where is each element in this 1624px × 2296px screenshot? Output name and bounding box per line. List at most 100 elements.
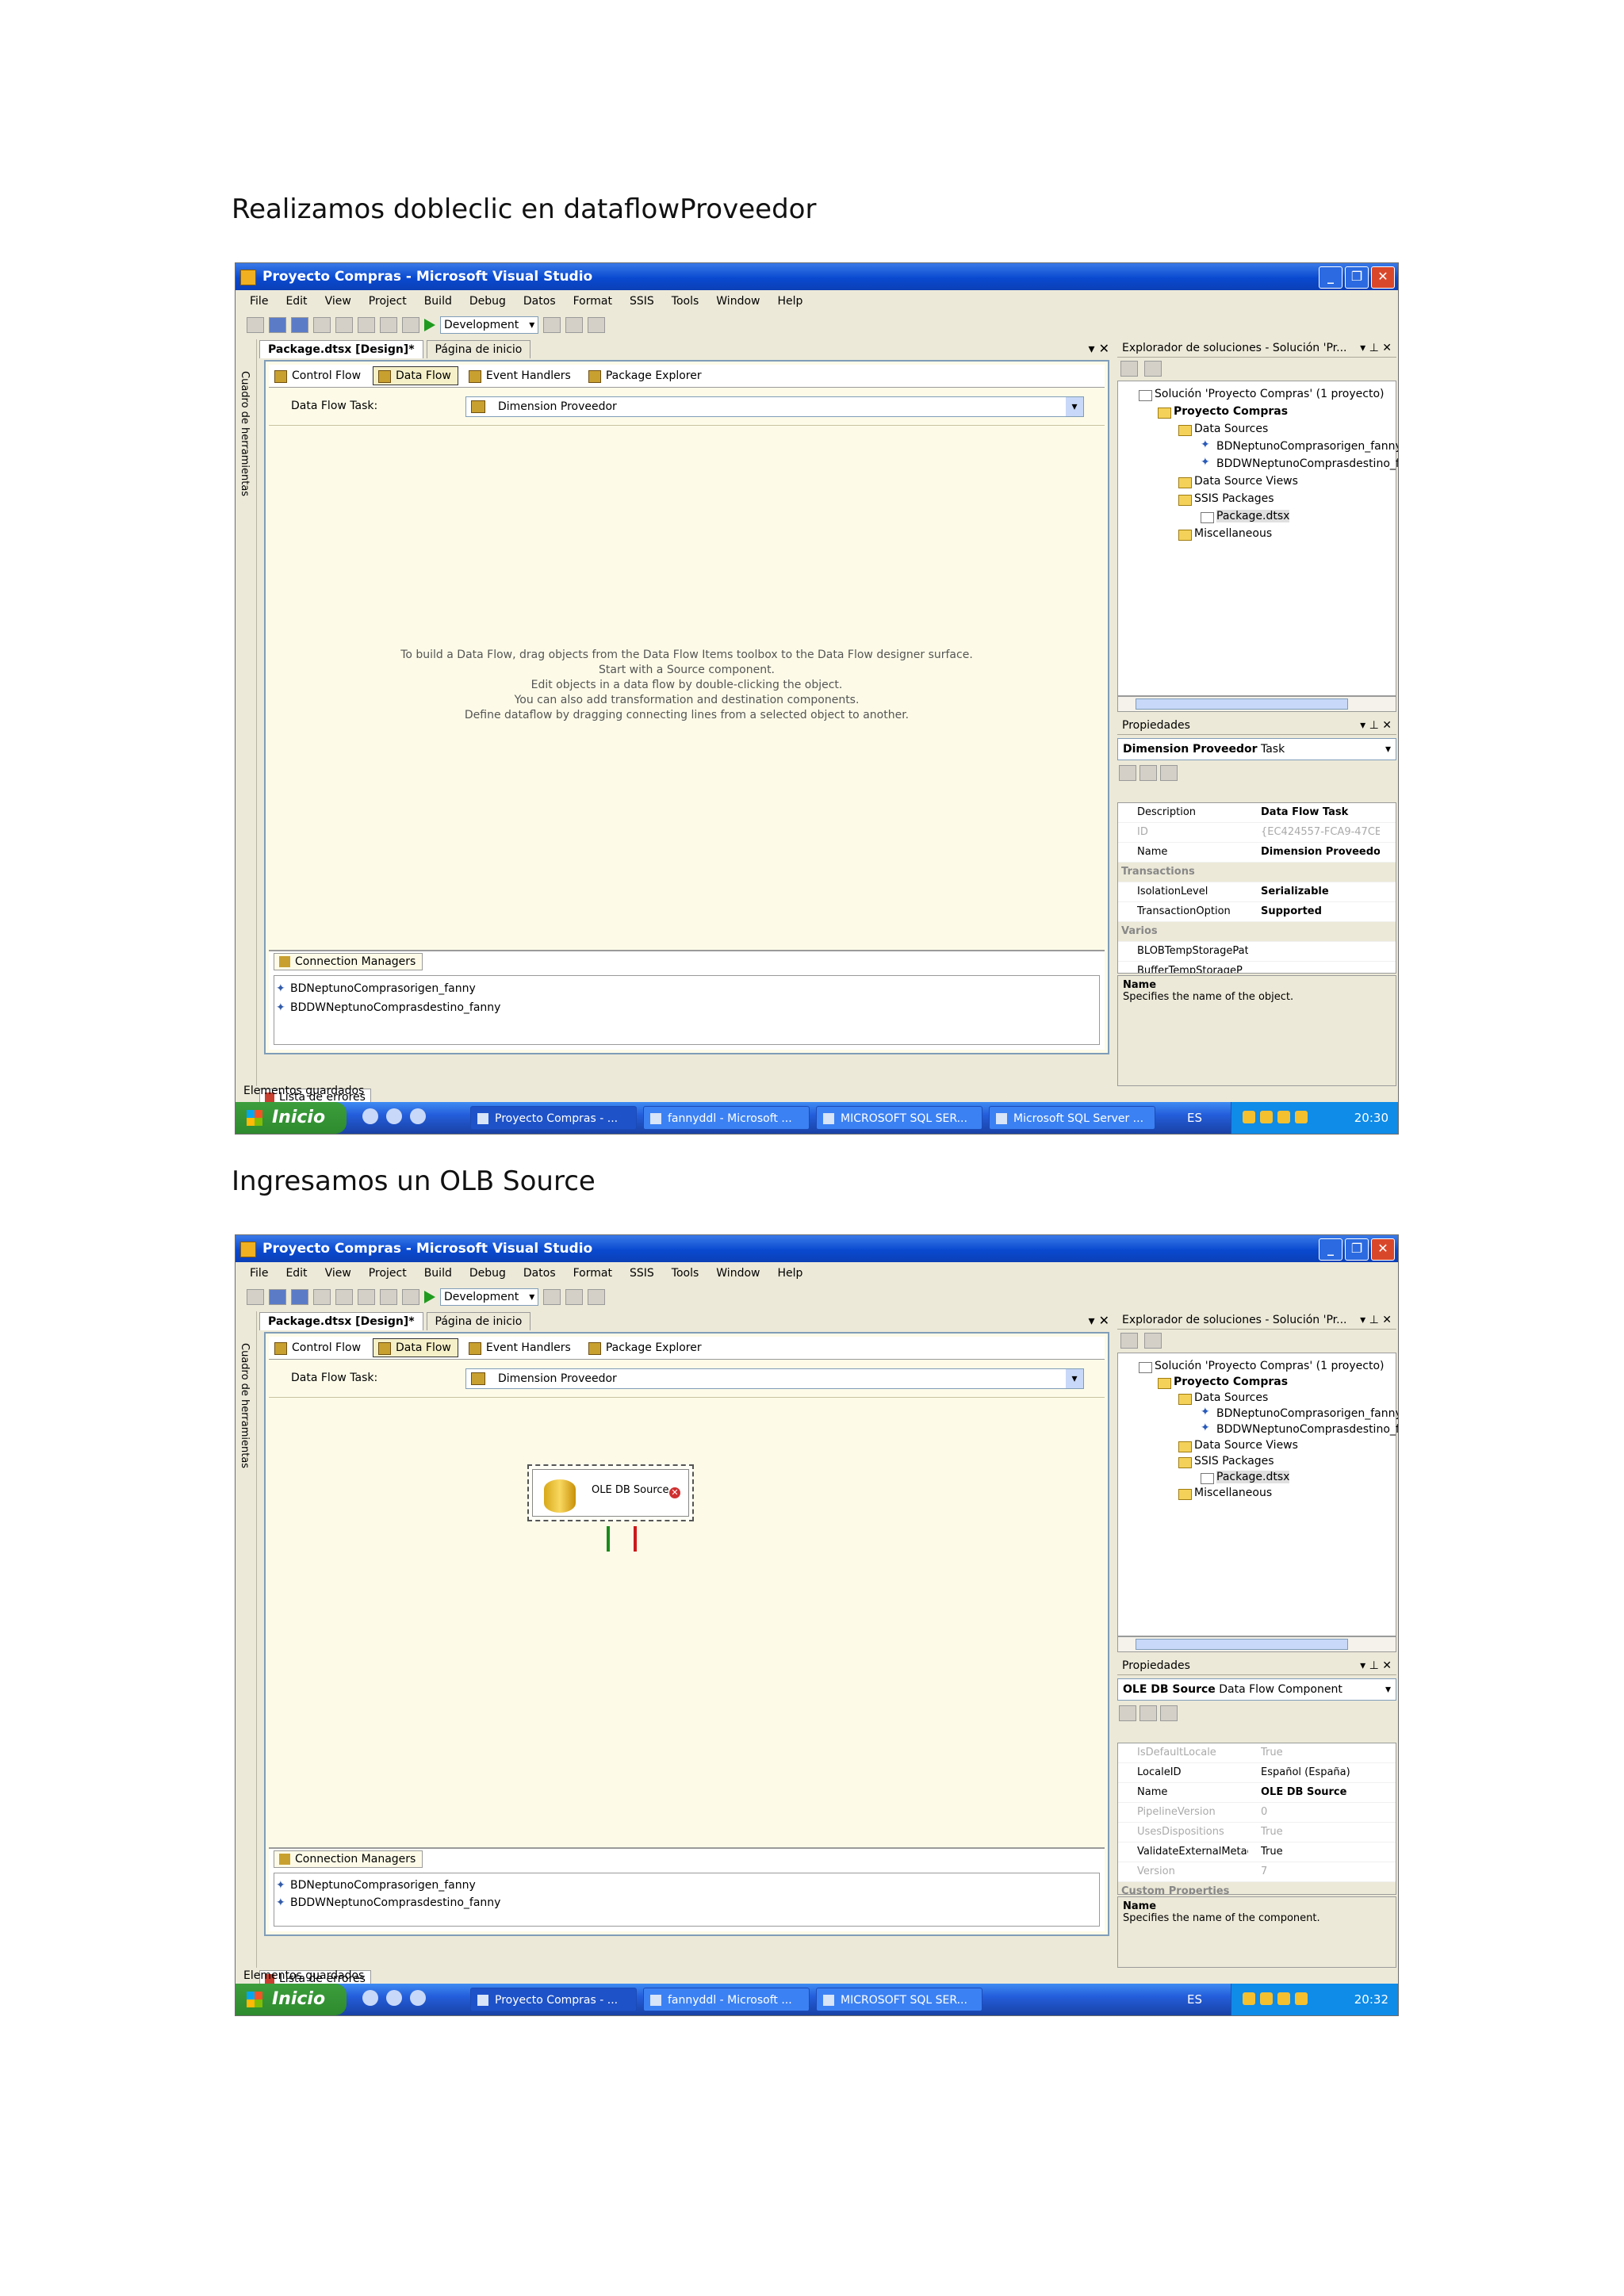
tab-package-design[interactable]: Package.dtsx [Design]* bbox=[259, 1312, 423, 1330]
tray-icon[interactable] bbox=[1260, 1992, 1273, 2005]
menu-ssis[interactable]: SSIS bbox=[630, 295, 654, 308]
tray-icon[interactable] bbox=[1277, 1111, 1290, 1123]
tree-data-sources[interactable]: Data Sources bbox=[1178, 1391, 1268, 1405]
start-button[interactable]: Inicio bbox=[236, 1102, 347, 1134]
property-value[interactable]: True bbox=[1261, 1743, 1380, 1762]
properties-icon[interactable] bbox=[565, 1289, 584, 1305]
language-indicator[interactable]: ES bbox=[1187, 1111, 1202, 1125]
tree-project[interactable]: Proyecto Compras bbox=[1157, 1376, 1288, 1389]
property-row[interactable]: LocaleID Español (España) bbox=[1118, 1763, 1396, 1783]
menu-edit[interactable]: Edit bbox=[285, 295, 307, 308]
menu-edit[interactable]: Edit bbox=[285, 1267, 307, 1280]
tray-icon[interactable] bbox=[1243, 1992, 1255, 2005]
cut-icon[interactable] bbox=[313, 317, 331, 333]
taskbar-item[interactable]: fannyddl - Microsoft ... bbox=[643, 1106, 810, 1130]
tree-datasource-destino[interactable]: BDDWNeptunoComprasdestino_fanny bbox=[1201, 1422, 1398, 1436]
horizontal-scrollbar[interactable] bbox=[1117, 696, 1396, 712]
tree-datasource-destino[interactable]: BDDWNeptunoComprasdestino_fanny bbox=[1201, 456, 1398, 470]
menu-debug[interactable]: Debug bbox=[469, 1267, 506, 1280]
close-button[interactable]: ✕ bbox=[1371, 266, 1395, 289]
start-debugging-icon[interactable] bbox=[424, 319, 435, 331]
property-row[interactable]: ID {EC424557-FCA9-47CE bbox=[1118, 823, 1396, 843]
error-output-arrow-icon[interactable] bbox=[634, 1526, 637, 1552]
connection-item[interactable]: BDNeptunoComprasorigen_fanny bbox=[276, 1877, 1099, 1894]
connection-item[interactable]: BDNeptunoComprasorigen_fanny bbox=[276, 979, 1099, 998]
menu-view[interactable]: View bbox=[325, 295, 351, 308]
properties-icon[interactable] bbox=[1120, 1333, 1138, 1349]
close-document-icon[interactable]: ▾ ✕ bbox=[1088, 341, 1109, 356]
tree-ssis-packages[interactable]: SSIS Packages bbox=[1178, 492, 1274, 506]
tab-package-explorer[interactable]: Package Explorer bbox=[583, 1338, 709, 1357]
toolbox-strip[interactable]: Cuadro de herramientas bbox=[236, 339, 257, 1086]
save-icon[interactable] bbox=[269, 1289, 286, 1305]
tab-event-handlers[interactable]: Event Handlers bbox=[463, 366, 578, 385]
save-all-icon[interactable] bbox=[291, 1289, 308, 1305]
tray-icon[interactable] bbox=[1295, 1992, 1308, 2005]
horizontal-scrollbar[interactable] bbox=[1117, 1636, 1396, 1652]
redo-icon[interactable] bbox=[402, 1289, 419, 1305]
tree-datasource-origen[interactable]: BDNeptunoComprasorigen_fanny.ds bbox=[1201, 1406, 1398, 1420]
menu-project[interactable]: Project bbox=[369, 1267, 407, 1280]
tree-miscellaneous[interactable]: Miscellaneous bbox=[1178, 1487, 1272, 1500]
tab-control-flow[interactable]: Control Flow bbox=[269, 366, 368, 385]
menu-view[interactable]: View bbox=[325, 1267, 351, 1280]
close-button[interactable]: ✕ bbox=[1371, 1238, 1395, 1261]
menu-ssis[interactable]: SSIS bbox=[630, 1267, 654, 1280]
tree-data-source-views[interactable]: Data Source Views bbox=[1178, 1439, 1298, 1452]
taskbar-item[interactable]: MICROSOFT SQL SER... bbox=[816, 1988, 982, 2011]
data-flow-task-select[interactable]: Dimension Proveedor ▾ bbox=[465, 1368, 1084, 1389]
copy-icon[interactable] bbox=[335, 1289, 353, 1305]
media-icon[interactable] bbox=[386, 1108, 402, 1124]
paste-icon[interactable] bbox=[358, 317, 375, 333]
property-row[interactable]: IsDefaultLocale True bbox=[1118, 1743, 1396, 1763]
find-icon[interactable] bbox=[543, 317, 561, 333]
find-icon[interactable] bbox=[543, 1289, 561, 1305]
tree-project[interactable]: Proyecto Compras bbox=[1157, 405, 1288, 419]
minimize-button[interactable]: _ bbox=[1319, 1238, 1342, 1261]
property-pages-icon[interactable] bbox=[1160, 1705, 1178, 1721]
connection-item[interactable]: BDDWNeptunoComprasdestino_fanny bbox=[276, 998, 1099, 1017]
data-flow-task-select[interactable]: Dimension Proveedor ▾ bbox=[465, 396, 1084, 417]
pin-icon[interactable]: ▾ ⊥ ✕ bbox=[1360, 1311, 1392, 1329]
tab-start-page[interactable]: Página de inicio bbox=[426, 1312, 531, 1330]
show-all-files-icon[interactable] bbox=[1144, 1333, 1162, 1349]
categorized-icon[interactable] bbox=[1119, 1705, 1136, 1721]
success-output-arrow-icon[interactable] bbox=[607, 1526, 610, 1552]
redo-icon[interactable] bbox=[402, 317, 419, 333]
property-value[interactable]: OLE DB Source bbox=[1261, 1783, 1380, 1802]
menu-tools[interactable]: Tools bbox=[672, 295, 699, 308]
property-row[interactable]: BLOBTempStoragePat bbox=[1118, 942, 1396, 962]
tree-solution[interactable]: Solución 'Proyecto Compras' (1 proyecto) bbox=[1138, 388, 1384, 401]
new-project-icon[interactable] bbox=[247, 317, 264, 333]
property-value[interactable]: Dimension Proveedor bbox=[1261, 843, 1380, 862]
paste-icon[interactable] bbox=[358, 1289, 375, 1305]
toolbox-strip[interactable]: Cuadro de herramientas bbox=[236, 1311, 257, 1968]
menu-build[interactable]: Build bbox=[424, 1267, 452, 1280]
menu-help[interactable]: Help bbox=[777, 295, 802, 308]
property-value[interactable]: True bbox=[1261, 1843, 1380, 1862]
property-row[interactable]: Version 7 bbox=[1118, 1862, 1396, 1882]
property-row[interactable]: PipelineVersion 0 bbox=[1118, 1803, 1396, 1823]
new-project-icon[interactable] bbox=[247, 1289, 264, 1305]
menu-file[interactable]: File bbox=[250, 295, 268, 308]
taskbar-item[interactable]: Proyecto Compras - ... bbox=[470, 1988, 637, 2011]
chevron-down-icon[interactable]: ▾ bbox=[1066, 1369, 1083, 1388]
save-all-icon[interactable] bbox=[291, 317, 308, 333]
show-desktop-icon[interactable] bbox=[362, 1990, 378, 2006]
property-row[interactable]: UsesDispositions True bbox=[1118, 1823, 1396, 1843]
menu-window[interactable]: Window bbox=[716, 1267, 760, 1280]
menu-datos[interactable]: Datos bbox=[523, 295, 556, 308]
tab-control-flow[interactable]: Control Flow bbox=[269, 1338, 368, 1357]
show-desktop-icon[interactable] bbox=[362, 1108, 378, 1124]
minimize-button[interactable]: _ bbox=[1319, 266, 1342, 289]
property-value[interactable]: Supported bbox=[1261, 902, 1380, 921]
object-selector[interactable]: Dimension Proveedor Task bbox=[1117, 738, 1396, 760]
property-row[interactable]: IsolationLevel Serializable bbox=[1118, 882, 1396, 902]
tree-datasource-origen[interactable]: BDNeptunoComprasorigen_fanny.ds bbox=[1201, 438, 1398, 453]
toolbox-label[interactable]: Cuadro de herramientas bbox=[239, 371, 251, 496]
tab-data-flow[interactable]: Data Flow bbox=[373, 366, 458, 385]
object-selector[interactable]: OLE DB Source Data Flow Component bbox=[1117, 1678, 1396, 1701]
menu-format[interactable]: Format bbox=[573, 295, 612, 308]
restore-button[interactable]: ❐ bbox=[1345, 1238, 1369, 1261]
menu-tools[interactable]: Tools bbox=[672, 1267, 699, 1280]
